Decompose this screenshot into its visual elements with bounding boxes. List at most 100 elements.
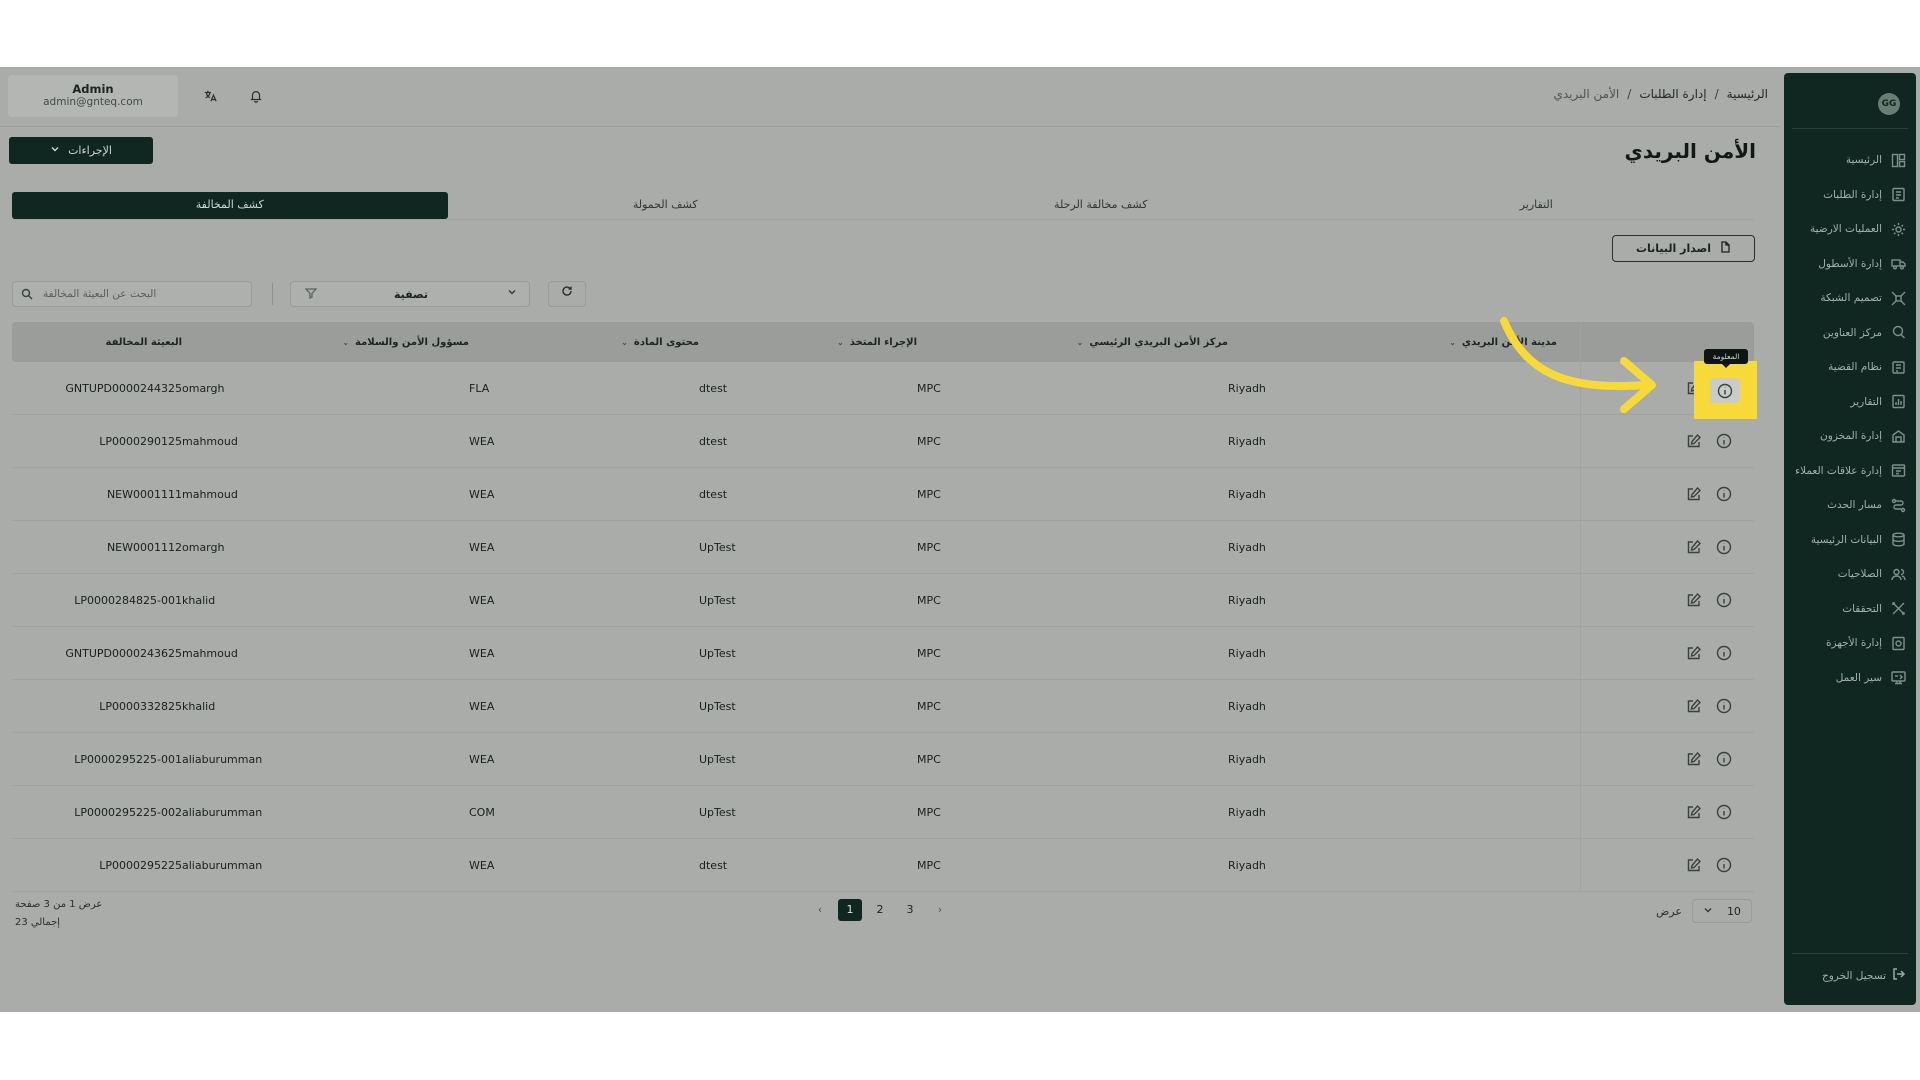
sidebar-item-orders[interactable]: إدارة الطلبات xyxy=(1784,178,1916,213)
cell-shipment[interactable]: LP0000332825 xyxy=(12,700,182,713)
row-actions xyxy=(1580,574,1754,626)
cell-content: FLA xyxy=(469,381,490,395)
cell-responsible: aliaburumman xyxy=(182,858,263,872)
tab-trip-violation[interactable]: كشف مخالفة الرحلة xyxy=(883,192,1319,219)
cell-center: MPC xyxy=(917,858,941,872)
sidebar-item-label: العمليات الارضية xyxy=(1809,223,1882,236)
info-icon[interactable] xyxy=(1716,592,1732,608)
cell-shipment[interactable]: LP0000295225-001 xyxy=(12,753,182,766)
cell-shipment[interactable]: LP0000284825-001 xyxy=(12,594,182,607)
edit-icon[interactable] xyxy=(1686,592,1702,608)
sidebar-divider xyxy=(1792,953,1908,954)
edit-icon[interactable] xyxy=(1686,539,1702,555)
search-input[interactable]: البحث عن البعيثة المخالفة xyxy=(12,281,252,307)
edit-icon[interactable] xyxy=(1686,804,1702,820)
info-icon[interactable] xyxy=(1716,486,1732,502)
page-1-button[interactable]: 1 xyxy=(838,899,862,921)
sidebar-item-devices[interactable]: إدارة الأجهزة xyxy=(1784,626,1916,661)
tab-reports[interactable]: التقارير xyxy=(1319,192,1755,219)
cell-city: Riyadh xyxy=(1228,593,1266,607)
edit-icon[interactable] xyxy=(1686,486,1702,502)
sidebar-item-inventory[interactable]: إدارة المخزون xyxy=(1784,419,1916,454)
info-icon[interactable] xyxy=(1716,857,1732,873)
cell-center: MPC xyxy=(917,646,941,660)
sort-chevron-icon: ⌄ xyxy=(1076,337,1084,347)
cell-shipment[interactable]: NEW0001111 xyxy=(12,488,182,501)
refresh-button[interactable] xyxy=(548,281,586,307)
sidebar-item-event-path[interactable]: مسار الحدث xyxy=(1784,488,1916,523)
filter-dropdown[interactable]: تصفية xyxy=(290,281,530,307)
info-icon[interactable] xyxy=(1716,698,1732,714)
logout-button[interactable]: تسجيل الخروج xyxy=(1822,966,1906,985)
tab-load-inspection[interactable]: كشف الحمولة xyxy=(448,192,884,219)
edit-icon[interactable] xyxy=(1686,433,1702,449)
sidebar-item-master-data[interactable]: البيانات الرئيسية xyxy=(1784,523,1916,558)
page-3-button[interactable]: 3 xyxy=(898,899,922,921)
breadcrumb-orders[interactable]: إدارة الطلبات xyxy=(1639,87,1706,101)
header-content[interactable]: محتوى المادة ⌄ xyxy=(469,337,699,348)
translate-icon[interactable] xyxy=(202,89,218,105)
cell-shipment[interactable]: NEW0001112 xyxy=(12,541,182,554)
sidebar-item-validations[interactable]: التحققات xyxy=(1784,592,1916,627)
info-icon[interactable] xyxy=(1716,804,1732,820)
export-data-button[interactable]: اصدار البيانات xyxy=(1612,235,1755,262)
header-center[interactable]: مركز الأمن البريدي الرئيسي ⌄ xyxy=(917,337,1228,348)
sidebar-item-label: إدارة علاقات العملاء xyxy=(1795,464,1882,477)
logout-icon xyxy=(1892,966,1906,985)
prev-page-button[interactable]: ‹ xyxy=(808,899,832,921)
edit-icon[interactable] xyxy=(1686,645,1702,661)
sidebar-item-network[interactable]: تصميم الشبكة xyxy=(1784,281,1916,316)
info-icon[interactable] xyxy=(1716,751,1732,767)
sidebar-item-permissions[interactable]: الصلاحيات xyxy=(1784,557,1916,592)
actions-label: الإجراءات xyxy=(68,144,112,157)
header-shipment-label: البعيثة المخالفة xyxy=(105,336,182,348)
cell-content: WEA xyxy=(469,752,495,766)
sidebar-item-dashboard[interactable]: الرئيسية xyxy=(1784,143,1916,178)
user-profile[interactable]: Admin admin@gnteq.com xyxy=(8,75,178,117)
cell-responsible: mahmoud xyxy=(182,646,238,660)
edit-icon[interactable] xyxy=(1686,698,1702,714)
table-row: Riyadh MPC UpTest COM aliaburumman LP00002952… xyxy=(12,786,1754,839)
cell-procedure: UpTest xyxy=(699,646,736,660)
header-procedure[interactable]: الإجراء المتخذ ⌄ xyxy=(699,337,917,348)
sidebar-item-ground-ops[interactable]: العمليات الارضية xyxy=(1784,212,1916,247)
info-icon[interactable] xyxy=(1716,433,1732,449)
chevron-down-icon xyxy=(50,144,60,157)
sidebar-item-case[interactable]: نظام القضية xyxy=(1784,350,1916,385)
highlight-box xyxy=(1694,361,1757,419)
cell-responsible: omargh xyxy=(182,540,225,554)
actions-dropdown-button[interactable]: الإجراءات xyxy=(9,137,153,164)
header-responsible[interactable]: مسؤول الأمن والسلامة ⌄ xyxy=(182,337,469,348)
cell-shipment[interactable]: LP0000295225 xyxy=(12,859,182,872)
cell-center: MPC xyxy=(917,540,941,554)
cell-shipment[interactable]: GNTUPD0000243625 xyxy=(12,647,182,660)
sidebar-item-reports[interactable]: التقارير xyxy=(1784,385,1916,420)
sidebar-item-workflow[interactable]: سير العمل xyxy=(1784,661,1916,696)
info-icon[interactable] xyxy=(1716,645,1732,661)
bell-icon[interactable] xyxy=(248,89,264,105)
tab-violation-inspection[interactable]: كشف المخالفة xyxy=(12,192,448,219)
address-icon xyxy=(1890,325,1906,341)
cell-center: MPC xyxy=(917,434,941,448)
cell-content: WEA xyxy=(469,699,495,713)
sidebar-item-address[interactable]: مركز العناوين xyxy=(1784,316,1916,351)
edit-icon[interactable] xyxy=(1686,751,1702,767)
master-data-icon xyxy=(1890,532,1906,548)
cell-shipment[interactable]: GNTUPD0000244325 xyxy=(12,382,182,395)
per-page-select[interactable]: 10 xyxy=(1691,899,1752,923)
next-page-button[interactable]: › xyxy=(928,899,952,921)
sidebar-item-crm[interactable]: إدارة علاقات العملاء xyxy=(1784,454,1916,489)
breadcrumb-home[interactable]: الرئيسية xyxy=(1727,87,1768,101)
info-icon[interactable] xyxy=(1716,539,1732,555)
edit-icon[interactable] xyxy=(1686,857,1702,873)
cell-procedure: dtest xyxy=(699,434,728,448)
sidebar-item-fleet[interactable]: إدارة الأسطول xyxy=(1784,247,1916,282)
page-2-button[interactable]: 2 xyxy=(868,899,892,921)
app-logo[interactable]: GG xyxy=(1878,93,1900,115)
chevron-down-icon xyxy=(1703,905,1713,918)
user-name: Admin xyxy=(72,82,114,96)
cell-shipment[interactable]: LP0000290125 xyxy=(12,435,182,448)
cell-shipment[interactable]: LP0000295225-002 xyxy=(12,806,182,819)
crm-icon xyxy=(1890,463,1906,479)
info-button-highlighted[interactable] xyxy=(1710,378,1740,403)
